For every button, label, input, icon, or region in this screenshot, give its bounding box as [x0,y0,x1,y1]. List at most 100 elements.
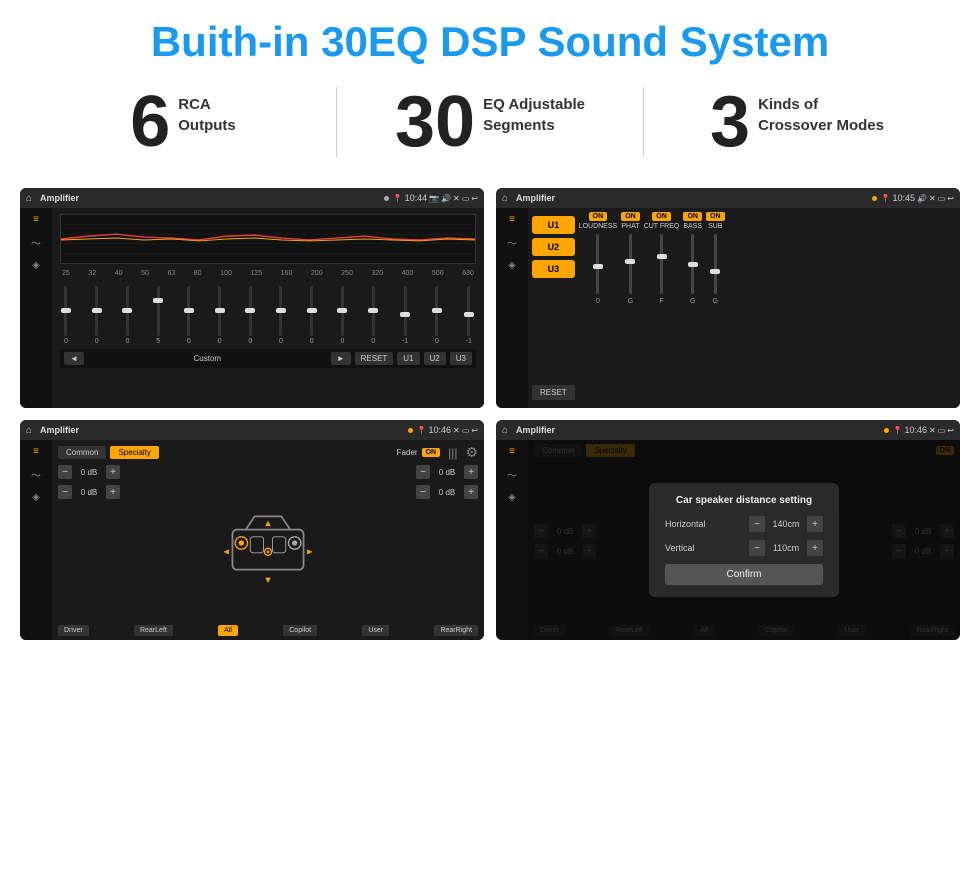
vertical-plus-button[interactable]: + [807,540,823,556]
col-loudness: ON LOUDNESS 0 [579,212,618,404]
eq-track-1[interactable] [64,286,67,336]
u2-button[interactable]: U2 [532,238,575,256]
bass-slider[interactable] [691,234,694,294]
eq-freq-labels: 25 32 40 50 63 80 100 125 160 200 250 32… [60,270,476,277]
eq-next-button[interactable]: ► [331,352,351,365]
phat-label: PHAT [621,223,639,230]
dialog-sidebar-eq-icon[interactable]: ≡ [509,446,515,457]
eq-slider-8: 0 [279,286,283,345]
db-minus-4[interactable]: − [416,485,430,499]
rearleft-btn[interactable]: RearLeft [134,625,173,636]
eq-reset-button[interactable]: RESET [355,352,394,365]
copilot-btn[interactable]: Copilot [283,625,317,636]
eq-status-icons: 📍 10:44 📷 🔊 ✕ ▭ ↩ [393,193,478,203]
eq-thumb-5[interactable] [184,308,194,313]
fader-on-toggle[interactable]: ON [422,448,441,457]
all-btn[interactable]: All [218,625,238,636]
u1-button[interactable]: U1 [532,216,575,234]
eq-track-3[interactable] [126,286,129,336]
horizontal-plus-button[interactable]: + [807,516,823,532]
db-plus-1[interactable]: + [106,465,120,479]
balance-sidebar-eq-icon[interactable]: ≡ [33,446,39,457]
eq-u3-button[interactable]: U3 [450,352,472,365]
eq-u2-button[interactable]: U2 [424,352,446,365]
eq-thumb-2[interactable] [92,308,102,313]
eq-thumb-10[interactable] [337,308,347,313]
cutfreq-slider[interactable] [660,234,663,294]
eq-thumb-11[interactable] [368,308,378,313]
specialty-tab[interactable]: Specialty [110,446,158,459]
balance-body: ≡ 〜 ◈ Common Specialty Fader ON ||| ⚙ [20,440,484,640]
crossover-reset-button[interactable]: RESET [532,385,575,400]
settings-icon[interactable]: ⚙ [465,444,478,461]
eq-val-6: 0 [218,338,222,345]
phat-thumb[interactable] [625,259,635,264]
rearright-btn[interactable]: RearRight [434,625,478,636]
eq-thumb-14[interactable] [464,312,474,317]
user-btn[interactable]: User [362,625,389,636]
crossover-sidebar-eq-icon[interactable]: ≡ [509,214,515,225]
eq-track-8[interactable] [279,286,282,336]
sub-thumb[interactable] [710,269,720,274]
bass-thumb[interactable] [688,262,698,267]
balance-top-row: Common Specialty Fader ON ||| ⚙ [58,444,478,461]
balance-home-icon: ⌂ [26,425,32,436]
dialog-sidebar-wave-icon[interactable]: 〜 [507,467,517,482]
eq-track-6[interactable] [218,286,221,336]
eq-thumb-6[interactable] [215,308,225,313]
eq-track-5[interactable] [187,286,190,336]
eq-thumb-3[interactable] [122,308,132,313]
balance-sidebar-speaker-icon[interactable]: ◈ [32,492,40,503]
eq-prev-button[interactable]: ◄ [64,352,84,365]
left-db-controls: − 0 dB + − 0 dB + [58,465,120,621]
vertical-minus-button[interactable]: − [749,540,765,556]
eq-track-7[interactable] [249,286,252,336]
eq-val-13: 0 [435,338,439,345]
db-minus-3[interactable]: − [416,465,430,479]
sub-slider[interactable] [714,234,717,294]
eq-thumb-12[interactable] [400,312,410,317]
eq-u1-button[interactable]: U1 [397,352,419,365]
eq-track-12[interactable] [404,286,407,336]
db-minus-1[interactable]: − [58,465,72,479]
cutfreq-label: CUT FREQ [644,223,680,230]
freq-200: 200 [311,270,323,277]
eq-sidebar-eq-icon[interactable]: ≡ [33,214,39,225]
crossover-sidebar-speaker-icon[interactable]: ◈ [508,260,516,271]
loudness-slider[interactable] [596,234,599,294]
phat-slider[interactable] [629,234,632,294]
eq-slider-4: 5 [156,286,160,345]
u3-button[interactable]: U3 [532,260,575,278]
eq-track-11[interactable] [372,286,375,336]
eq-track-9[interactable] [310,286,313,336]
eq-thumb-8[interactable] [276,308,286,313]
confirm-button[interactable]: Confirm [665,564,823,585]
eq-track-2[interactable] [95,286,98,336]
db-plus-2[interactable]: + [106,485,120,499]
eq-slider-11: 0 [371,286,375,345]
eq-sidebar-wave-icon[interactable]: 〜 [31,235,41,250]
driver-btn[interactable]: Driver [58,625,89,636]
common-tab[interactable]: Common [58,446,106,459]
db-plus-4[interactable]: + [464,485,478,499]
eq-track-4[interactable] [157,286,160,336]
eq-track-10[interactable] [341,286,344,336]
horizontal-minus-button[interactable]: − [749,516,765,532]
eq-thumb-7[interactable] [245,308,255,313]
eq-thumb-9[interactable] [307,308,317,313]
balance-sidebar-wave-icon[interactable]: 〜 [31,467,41,482]
loudness-thumb[interactable] [593,264,603,269]
db-row-3: − 0 dB + [416,465,478,479]
eq-thumb-4[interactable] [153,298,163,303]
eq-thumb-13[interactable] [432,308,442,313]
eq-thumb-1[interactable] [61,308,71,313]
crossover-sidebar-wave-icon[interactable]: 〜 [507,235,517,250]
eq-track-14[interactable] [467,286,470,336]
eq-track-13[interactable] [435,286,438,336]
eq-sidebar-speaker-icon[interactable]: ◈ [32,260,40,271]
cutfreq-thumb[interactable] [657,254,667,259]
db-plus-3[interactable]: + [464,465,478,479]
db-minus-2[interactable]: − [58,485,72,499]
dialog-sidebar-speaker-icon[interactable]: ◈ [508,492,516,503]
crossover-home-icon: ⌂ [502,193,508,204]
